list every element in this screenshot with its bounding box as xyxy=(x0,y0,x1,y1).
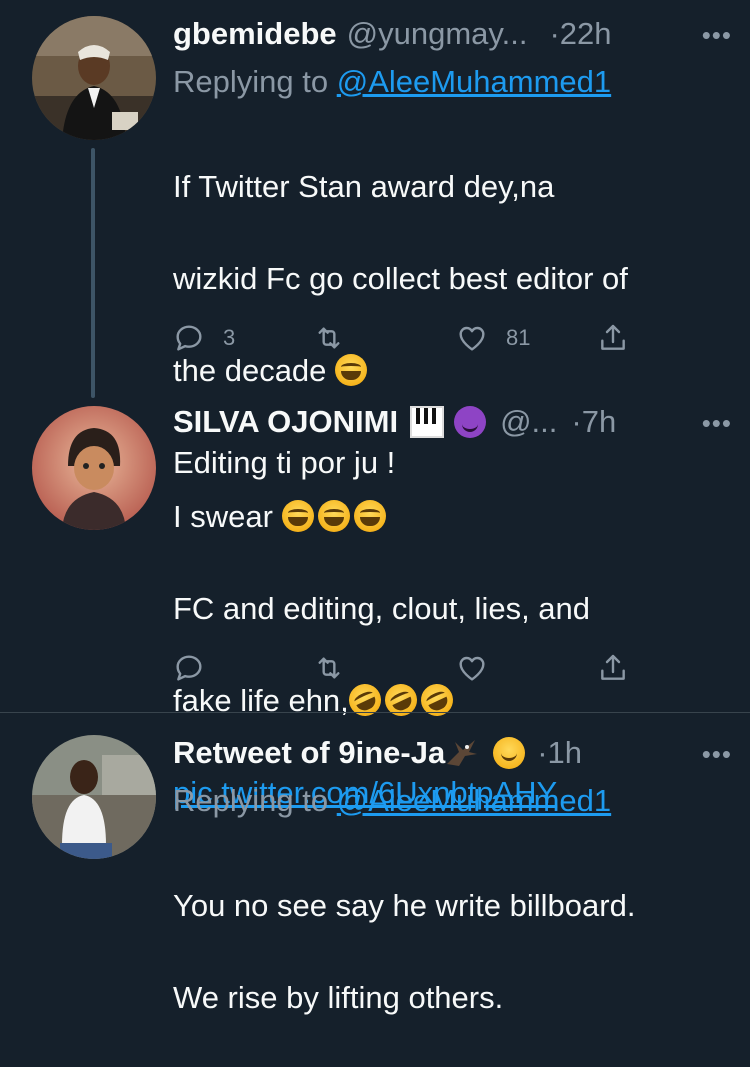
laughing-tears-emoji-icon xyxy=(335,354,368,386)
replying-to-mention[interactable]: @AleeMuhammed1 xyxy=(337,783,611,818)
reply-count: 3 xyxy=(223,325,236,350)
timestamp[interactable]: 1h xyxy=(548,735,582,771)
reply-icon xyxy=(176,655,202,681)
smiling-face-emoji-icon xyxy=(493,737,526,769)
display-name[interactable]: Retweet of 9ine-Ja xyxy=(173,735,445,771)
share-icon xyxy=(601,324,625,350)
tweet-header: SILVA OJONIMI @... · 7h xyxy=(173,402,730,442)
tweet-text-line: FC and editing, clout, lies, and xyxy=(173,591,591,626)
laughing-tears-emoji-icon xyxy=(353,500,386,532)
retweet-icon xyxy=(318,657,340,679)
tweet-9ine-ja[interactable]: Retweet of 9ine-Ja · 1h ••• Replying to … xyxy=(0,713,750,1015)
tweet-gbemidebe[interactable]: gbemidebe @yungmay... · 22h ••• Replying… xyxy=(0,0,750,480)
tweet-text: You no see say he write billboard. We ri… xyxy=(173,837,710,1067)
tweet-header: Retweet of 9ine-Ja · 1h xyxy=(173,733,730,773)
replying-to-mention[interactable]: @AleeMuhammed1 xyxy=(337,64,611,99)
tweet-text-line: wizkid Fc go collect best editor of xyxy=(173,261,628,296)
display-name[interactable]: gbemidebe xyxy=(173,16,337,52)
tweet-actions: 3 81 xyxy=(173,318,643,358)
replying-to-label: Replying to xyxy=(173,64,337,99)
share-button[interactable] xyxy=(597,648,629,688)
separator-dot: · xyxy=(571,404,582,439)
timestamp[interactable]: 7h xyxy=(582,404,616,440)
laughing-tears-emoji-icon xyxy=(317,500,350,532)
username[interactable]: @... xyxy=(500,404,557,440)
share-button[interactable] xyxy=(597,318,629,358)
tweet-text-line: the decade xyxy=(173,353,327,388)
replying-to-line: Replying to @AleeMuhammed1 xyxy=(173,783,611,819)
avatar-9ine-ja[interactable] xyxy=(32,735,156,859)
thread-connector-line xyxy=(91,148,95,398)
avatar-gbemidebe[interactable] xyxy=(32,16,156,140)
separator-dot: · xyxy=(537,735,548,770)
tweet-header: gbemidebe @yungmay... · 22h xyxy=(173,14,730,54)
like-button[interactable]: 81 xyxy=(456,318,530,358)
reply-icon xyxy=(176,325,202,351)
avatar-silva-ojonimi[interactable] xyxy=(32,406,156,530)
piano-emoji-icon xyxy=(410,406,445,438)
tweet-silva-ojonimi[interactable]: SILVA OJONIMI @... · 7h ••• I swear FC a… xyxy=(0,400,750,810)
like-count: 81 xyxy=(506,325,531,350)
tweet-actions xyxy=(173,648,643,688)
like-button[interactable] xyxy=(456,648,488,688)
tweet-text-line-wrap: I swear xyxy=(173,494,710,540)
tweet-text-line: We rise by lifting others. xyxy=(173,980,504,1015)
retweet-button[interactable] xyxy=(313,648,345,688)
tweet-text-line: You no see say he write billboard. xyxy=(173,888,636,923)
share-icon xyxy=(601,654,625,680)
tweet-text-line: If Twitter Stan award dey,na xyxy=(173,169,555,204)
display-name[interactable]: SILVA OJONIMI xyxy=(173,404,398,440)
tweet-text-line: I swear xyxy=(173,499,273,534)
reply-button[interactable]: 3 xyxy=(173,318,235,358)
timestamp[interactable]: 22h xyxy=(560,16,612,52)
retweet-button[interactable] xyxy=(313,318,345,358)
laughing-tears-emoji-icon xyxy=(281,500,314,532)
heart-icon xyxy=(459,326,485,351)
more-icon[interactable]: ••• xyxy=(702,739,732,770)
eagle-emoji-icon xyxy=(447,740,478,766)
heart-icon xyxy=(459,656,485,681)
separator-dot: · xyxy=(549,16,560,51)
more-icon[interactable]: ••• xyxy=(702,20,732,51)
more-icon[interactable]: ••• xyxy=(702,408,732,439)
smiling-devil-emoji-icon xyxy=(454,406,487,438)
retweet-icon xyxy=(318,327,340,349)
reply-button[interactable] xyxy=(173,648,205,688)
replying-to-label: Replying to xyxy=(173,783,337,818)
replying-to-line: Replying to @AleeMuhammed1 xyxy=(173,64,611,100)
username[interactable]: @yungmay... xyxy=(347,16,528,52)
